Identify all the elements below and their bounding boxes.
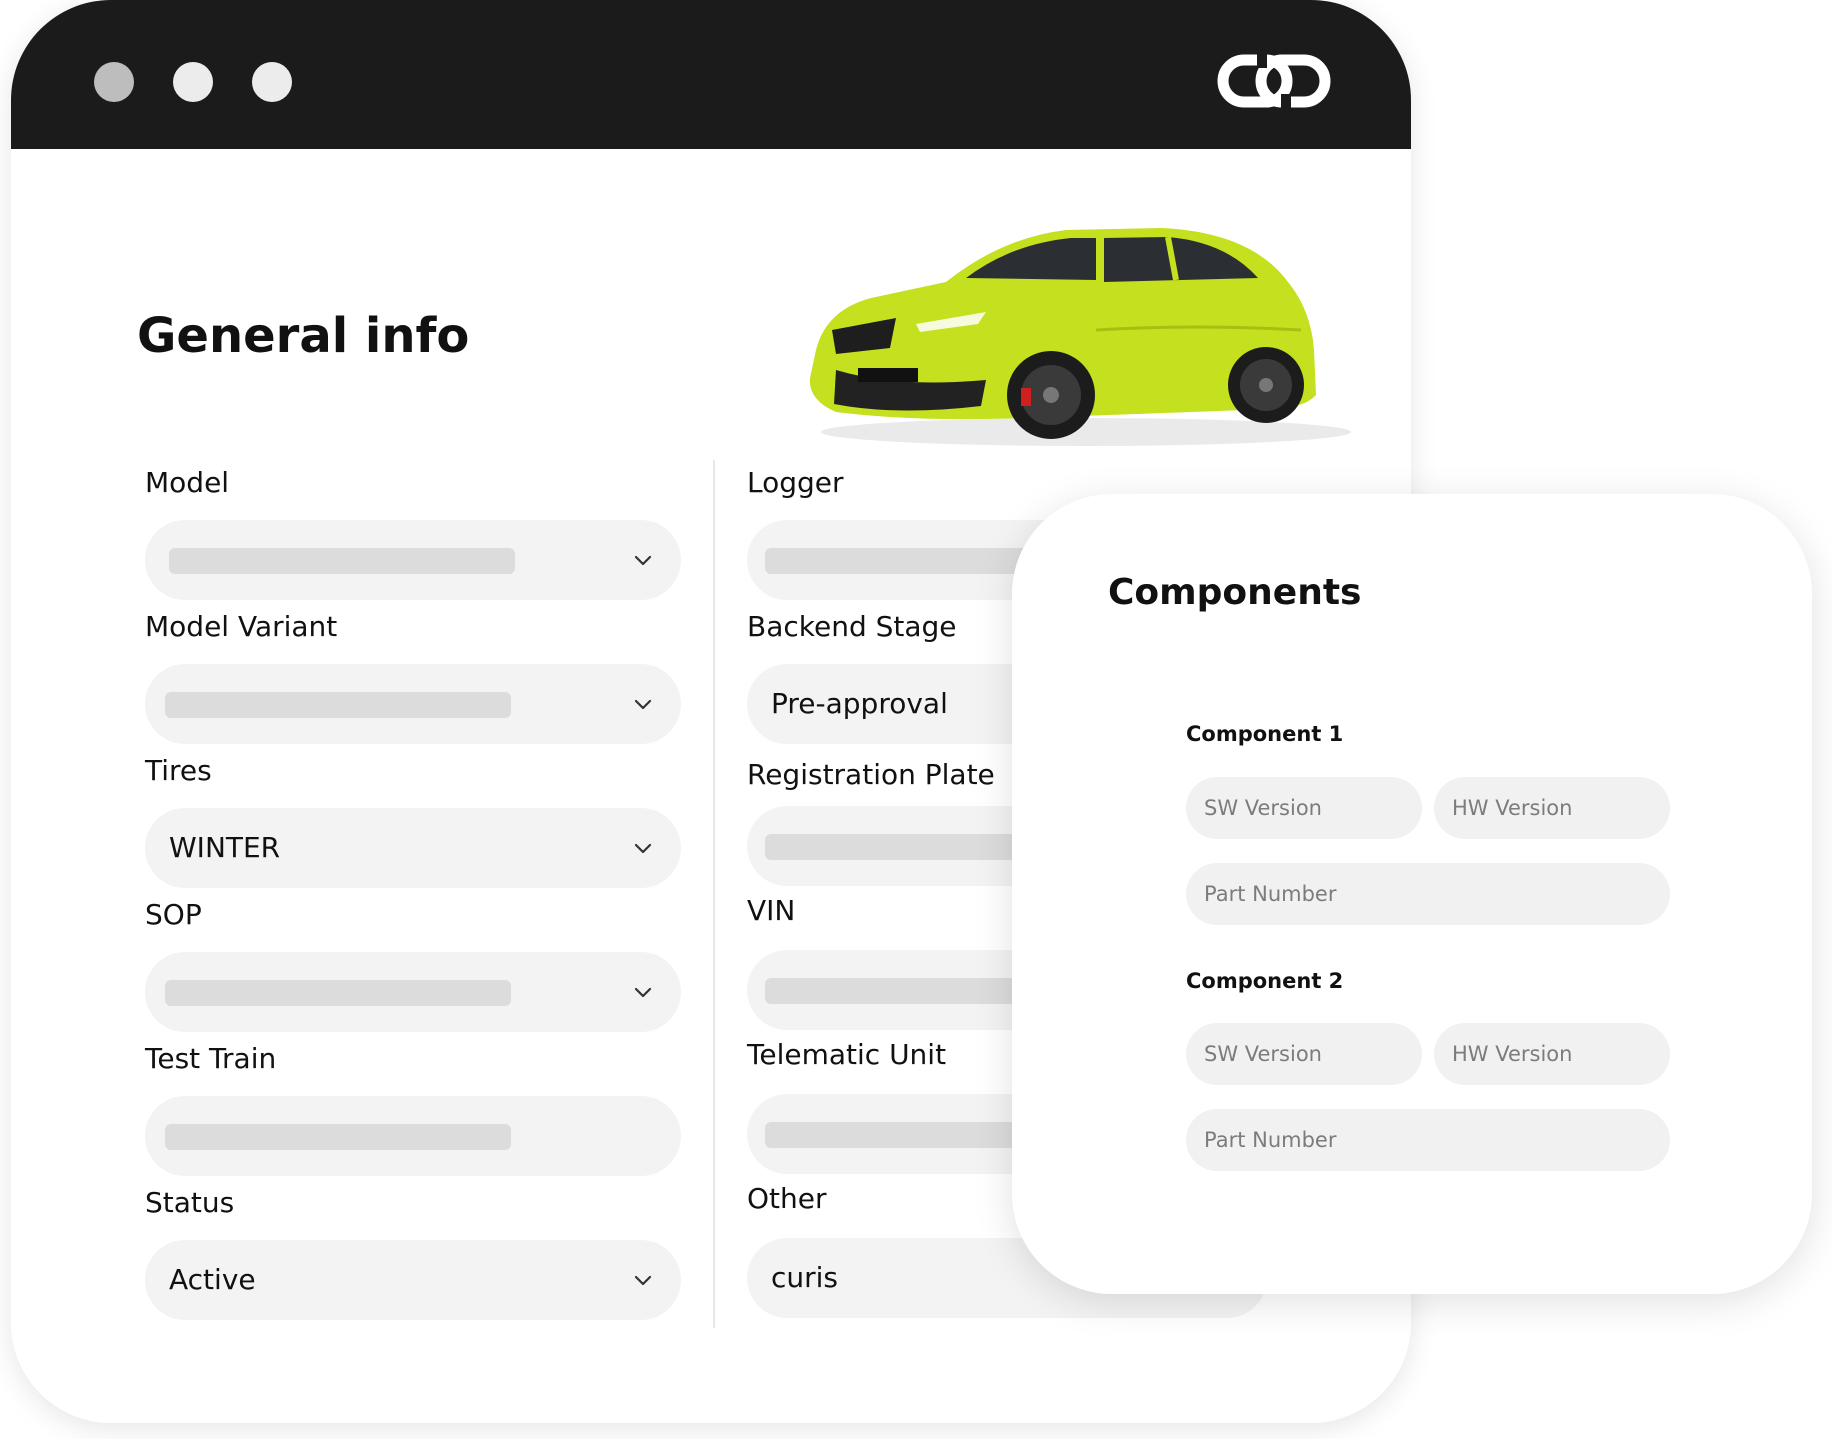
chevron-down-icon (634, 699, 652, 710)
test-train-label: Test Train (145, 1042, 277, 1075)
logger-label: Logger (747, 466, 844, 499)
backend-stage-value: Pre-approval (771, 687, 948, 720)
sop-label: SOP (145, 898, 202, 931)
component-2-sw-version[interactable] (1186, 1023, 1422, 1085)
components-title: Components (1108, 572, 1362, 613)
value-placeholder (169, 548, 515, 574)
component-2-hw-version-input[interactable] (1434, 1023, 1670, 1085)
chevron-down-icon (634, 843, 652, 854)
component-2-label: Component 2 (1186, 969, 1344, 993)
component-1-sw-version[interactable] (1186, 777, 1422, 839)
vin-label: VIN (747, 894, 796, 927)
model-select[interactable] (145, 520, 681, 600)
model-variant-select[interactable] (145, 664, 681, 744)
chevron-down-icon (634, 987, 652, 998)
window-dot-close[interactable] (94, 62, 134, 102)
other-value: curis (771, 1261, 839, 1294)
status-value: Active (169, 1263, 256, 1296)
registration-plate-label: Registration Plate (747, 758, 995, 791)
value-placeholder (165, 980, 511, 1006)
column-divider (713, 460, 715, 1328)
car-image (809, 228, 1351, 446)
component-2-part-number[interactable] (1186, 1109, 1670, 1171)
chevron-down-icon (634, 1275, 652, 1286)
component-2-hw-version[interactable] (1434, 1023, 1670, 1085)
page-title: General info (137, 308, 470, 364)
backend-stage-label: Backend Stage (747, 610, 957, 643)
tires-select[interactable]: WINTER (145, 808, 681, 888)
chain-link-icon (1217, 54, 1331, 108)
status-select[interactable]: Active (145, 1240, 681, 1320)
component-1-part-number[interactable] (1186, 863, 1670, 925)
other-label: Other (747, 1182, 827, 1215)
value-placeholder (165, 692, 511, 718)
component-1-sw-version-input[interactable] (1186, 777, 1422, 839)
window-dot-maximize[interactable] (252, 62, 292, 102)
sop-select[interactable] (145, 952, 681, 1032)
status-label: Status (145, 1186, 235, 1219)
component-2-part-number-input[interactable] (1186, 1109, 1670, 1171)
title-bar (11, 0, 1411, 149)
window-dot-minimize[interactable] (173, 62, 213, 102)
test-train-input[interactable] (145, 1096, 681, 1176)
value-placeholder (165, 1124, 511, 1150)
telematic-unit-label: Telematic Unit (747, 1038, 947, 1071)
model-variant-label: Model Variant (145, 610, 338, 643)
component-1-hw-version-input[interactable] (1434, 777, 1670, 839)
chevron-down-icon (634, 555, 652, 566)
component-2-sw-version-input[interactable] (1186, 1023, 1422, 1085)
model-label: Model (145, 466, 230, 499)
tires-label: Tires (145, 754, 212, 787)
component-1-hw-version[interactable] (1434, 777, 1670, 839)
tires-value: WINTER (169, 831, 281, 864)
components-card: Components Component 1 Component 2 (1012, 494, 1812, 1294)
component-1-part-number-input[interactable] (1186, 863, 1670, 925)
component-1-label: Component 1 (1186, 722, 1344, 746)
